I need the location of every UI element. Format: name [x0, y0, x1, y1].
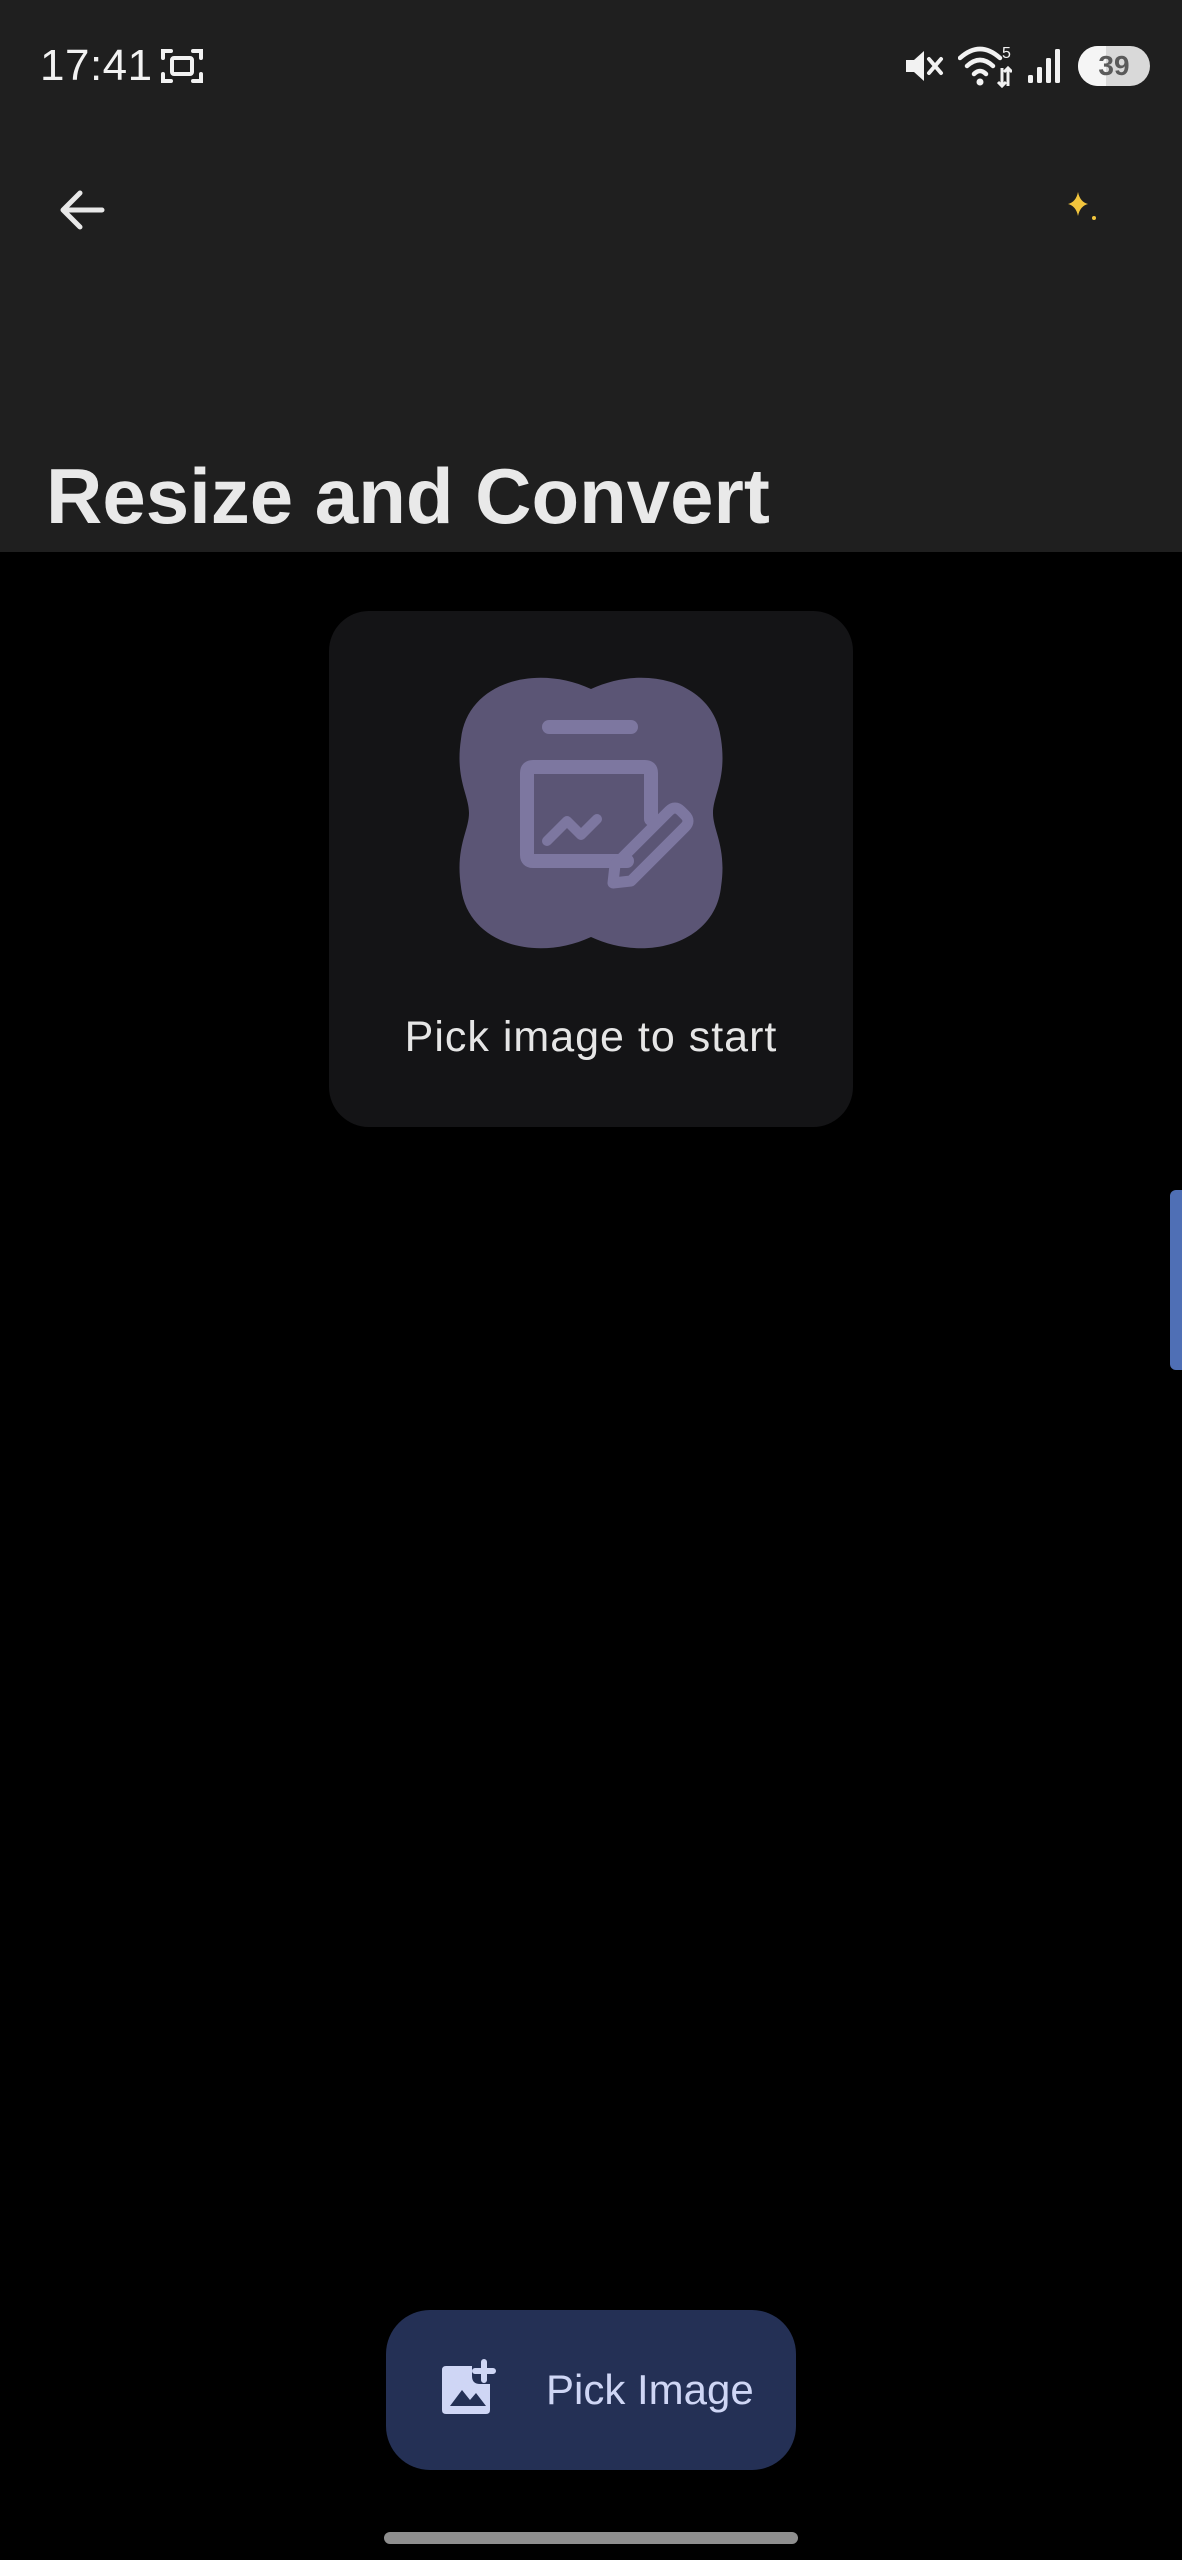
pick-image-placeholder-card[interactable]: Pick image to start [329, 611, 853, 1127]
sparkle-button[interactable] [1040, 166, 1124, 250]
top-app-area: 17:41 5 39 Resize and Convert [0, 0, 1182, 552]
wifi-badge: 5 [1002, 45, 1011, 62]
page-title: Resize and Convert [46, 452, 770, 541]
pick-image-label: Pick Image [546, 2366, 754, 2413]
wifi-icon: 5 [958, 45, 1012, 88]
gesture-navigation-bar[interactable] [384, 2532, 798, 2544]
mute-icon [906, 51, 943, 81]
image-edit-icon [459, 677, 723, 949]
back-button[interactable] [40, 168, 124, 252]
battery-level: 39 [1098, 50, 1130, 81]
add-photo-icon [442, 2359, 496, 2414]
pick-image-prompt: Pick image to start [404, 1013, 778, 1061]
status-bar: 17:41 5 39 [0, 0, 1182, 132]
battery-indicator: 39 [1078, 46, 1150, 86]
signal-icon [1028, 49, 1060, 83]
pick-image-button[interactable]: Pick Image [386, 2310, 796, 2470]
arrow-back-icon [60, 190, 105, 230]
sparkle-icon [1068, 192, 1096, 220]
scroll-handle[interactable] [1170, 1190, 1182, 1370]
status-time: 17:41 [40, 41, 153, 90]
screenshot-icon [161, 49, 203, 83]
status-icons: 5 39 [902, 42, 1150, 90]
